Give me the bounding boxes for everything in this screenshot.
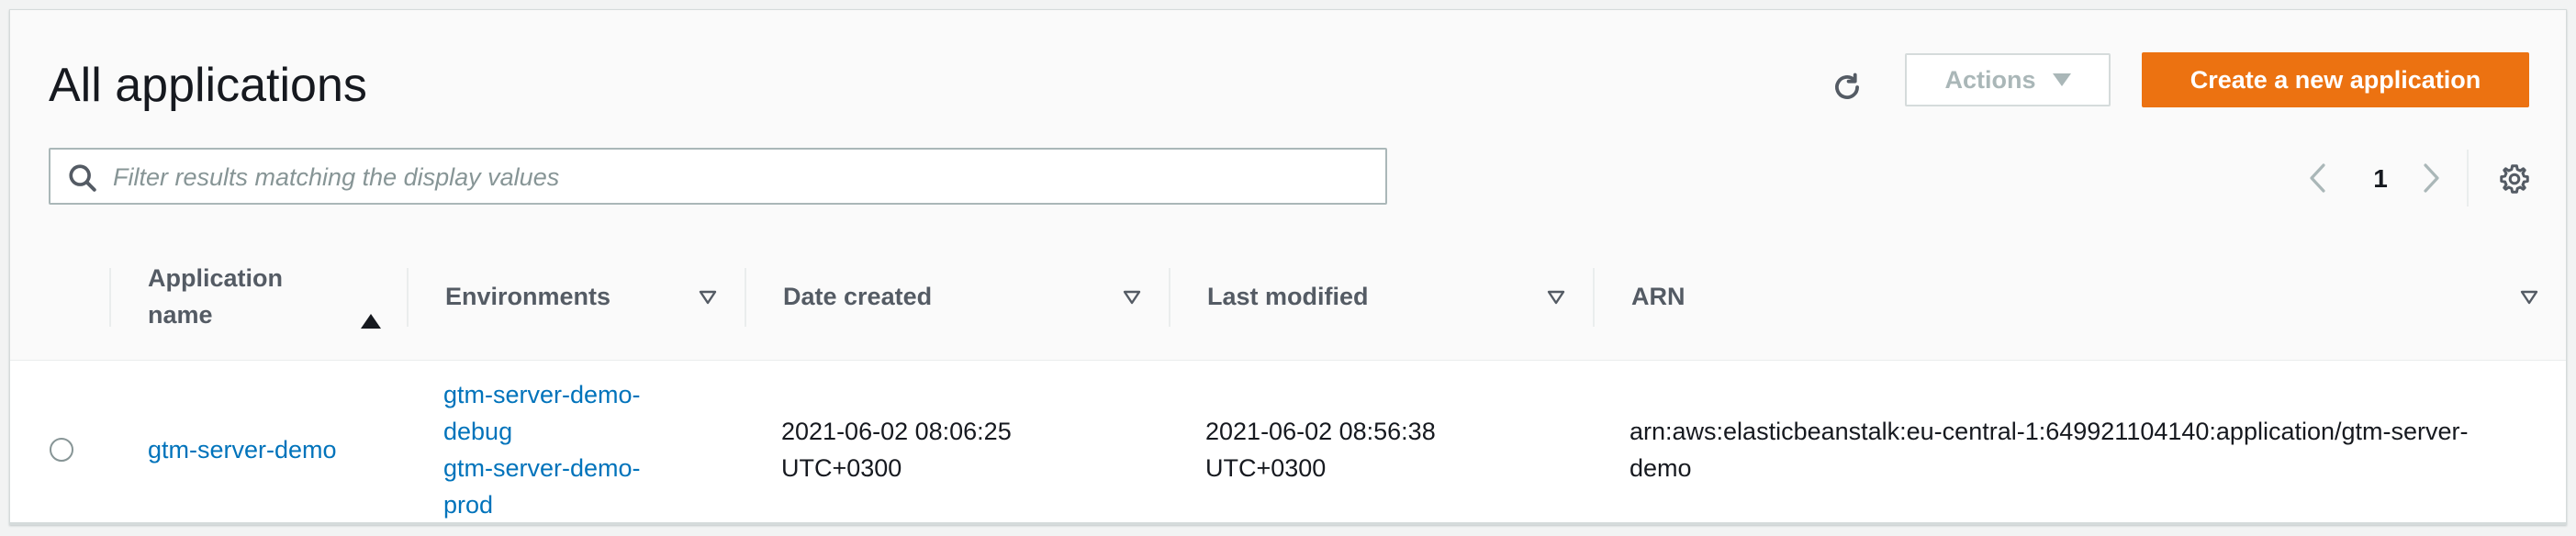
page-title: All applications — [49, 59, 367, 112]
create-application-button[interactable]: Create a new application — [2142, 52, 2529, 107]
column-label: ARN — [1631, 282, 1686, 310]
panel-header: All applications Actions Create a new ap… — [10, 10, 2566, 234]
row-select-radio[interactable] — [50, 438, 73, 462]
sort-ascending-icon — [361, 314, 381, 329]
column-separator — [1169, 268, 1170, 327]
panel-bottom-border — [10, 522, 2566, 524]
column-separator — [745, 268, 746, 327]
column-separator — [407, 268, 409, 327]
sort-toggle-icon — [699, 290, 717, 305]
column-header-environments[interactable]: Environments — [445, 233, 721, 360]
next-page-button[interactable] — [2415, 162, 2448, 195]
environment-link[interactable]: gtm-server-demo-debug — [443, 381, 641, 445]
actions-dropdown-button[interactable]: Actions — [1905, 53, 2111, 106]
column-separator — [109, 268, 111, 327]
application-name-cell: gtm-server-demo — [148, 431, 337, 468]
table-header: Application name Environments Date creat… — [10, 233, 2566, 361]
column-label: Last modified — [1207, 282, 1369, 310]
gear-icon — [2500, 164, 2529, 194]
chevron-right-icon — [2424, 163, 2439, 193]
application-name-link[interactable]: gtm-server-demo — [148, 436, 337, 463]
sort-toggle-icon — [1123, 290, 1141, 305]
column-label: Environments — [445, 282, 611, 310]
column-header-arn[interactable]: ARN — [1631, 233, 2549, 360]
column-header-last-modified[interactable]: Last modified — [1207, 233, 1593, 360]
preferences-button[interactable] — [2496, 161, 2533, 197]
last-modified-cell: 2021-06-02 08:56:38 UTC+0300 — [1205, 418, 1436, 482]
environments-cell: gtm-server-demo-debug gtm-server-demo-pr… — [443, 376, 700, 523]
applications-panel: All applications Actions Create a new ap… — [9, 9, 2567, 525]
table-row: gtm-server-demo gtm-server-demo-debug gt… — [10, 361, 2566, 524]
column-label: Application name — [148, 264, 283, 329]
date-created-cell: 2021-06-02 08:06:25 UTC+0300 — [781, 418, 1012, 482]
sort-toggle-icon — [2520, 290, 2538, 305]
chevron-left-icon — [2310, 163, 2325, 193]
sort-toggle-icon — [1547, 290, 1565, 305]
actions-label: Actions — [1944, 65, 2036, 94]
search-box — [49, 148, 1387, 205]
column-separator — [1593, 268, 1595, 327]
column-header-application-name[interactable]: Application name — [148, 233, 405, 360]
refresh-button[interactable] — [1823, 63, 1871, 111]
refresh-icon — [1835, 73, 1859, 99]
column-label: Date created — [783, 282, 933, 310]
search-input[interactable] — [111, 153, 1372, 201]
column-header-date-created[interactable]: Date created — [783, 233, 1169, 360]
environment-link[interactable]: gtm-server-demo-prod — [443, 454, 641, 519]
search-icon — [69, 164, 96, 192]
previous-page-button[interactable] — [2301, 162, 2334, 195]
pager-divider — [2467, 150, 2469, 207]
page-number-button[interactable]: 1 — [2365, 161, 2396, 197]
arn-cell: arn:aws:elasticbeanstalk:eu-central-1:64… — [1630, 418, 2469, 482]
create-application-label: Create a new application — [2190, 65, 2481, 94]
caret-down-icon — [2052, 73, 2071, 86]
